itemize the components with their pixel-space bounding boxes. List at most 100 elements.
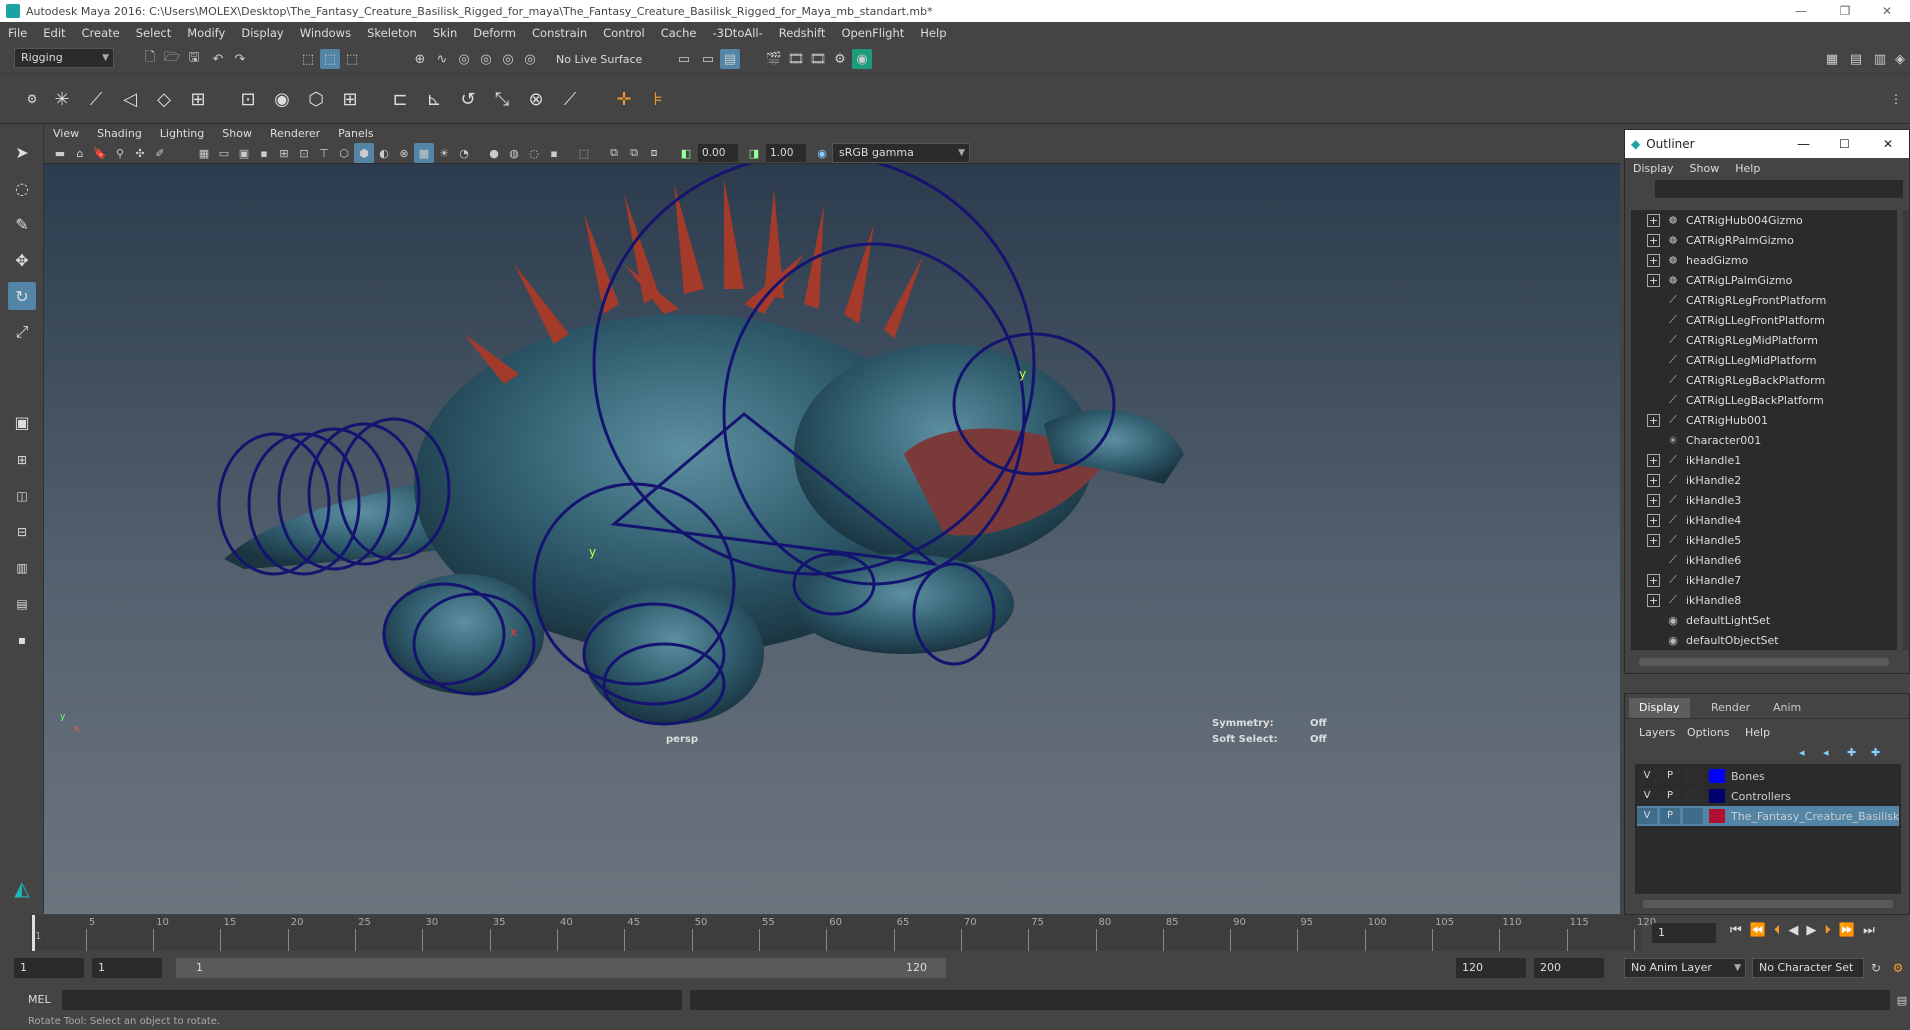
undo-icon[interactable]: ↶ [208,49,228,69]
outliner-item[interactable]: + ⟋ ikHandle4 [1631,510,1741,530]
playback-start-field[interactable]: 1 [92,958,162,978]
history-icon[interactable]: ▭ [674,49,694,69]
outliner-item[interactable]: + ⟋ ikHandle7 [1631,570,1741,590]
viewport-menu-panels[interactable]: Panels [329,127,382,140]
open-scene-icon[interactable]: 🗁 [162,49,182,69]
gate-mask-icon[interactable]: ▪ [254,143,274,163]
resolution-gate-icon[interactable]: ▣ [234,143,254,163]
safe-title-icon[interactable]: ⊤ [314,143,334,163]
outliner-item[interactable]: + ⟋ CATRigHub001 [1631,410,1768,430]
playback-end-field[interactable]: 120 [1456,958,1526,978]
script-editor-icon[interactable]: ▤ [1892,990,1910,1010]
2d-pan-zoom-icon[interactable]: ✣ [130,143,150,163]
motion-blur-icon[interactable]: ◍ [504,143,524,163]
anti-aliasing-icon[interactable]: ◌ [524,143,544,163]
layer-color-swatch[interactable] [1709,769,1725,783]
menu-file[interactable]: File [0,26,35,40]
layout-options-icon[interactable]: ▪ [8,626,36,654]
viewport-menu-renderer[interactable]: Renderer [261,127,329,140]
outliner-item[interactable]: + ☸ CATRigLPalmGizmo [1631,270,1792,290]
outliner-maximize-button[interactable]: ☐ [1839,137,1850,151]
menu-modify[interactable]: Modify [179,26,233,40]
expand-icon[interactable]: + [1647,533,1660,547]
layer-visibility-toggle[interactable]: V [1637,768,1657,784]
exposure-field[interactable]: 0.00 [698,144,738,162]
use-all-lights-icon[interactable]: ▩ [414,143,434,163]
perspective-viewport[interactable]: y y x y x persp Symmetry: Off Soft Selec… [44,164,1620,914]
expand-icon[interactable]: + [1647,593,1660,607]
four-view-layout-icon[interactable]: ⊞ [8,446,36,474]
menu-create[interactable]: Create [74,26,128,40]
wireframe-on-shaded-icon[interactable]: ◐ [374,143,394,163]
outliner-item[interactable]: ⟋ CATRigLLegFrontPlatform [1631,310,1825,330]
safe-action-icon[interactable]: ⊡ [294,143,314,163]
outliner-vertical-scrollbar[interactable] [1903,210,1909,650]
lasso-tool-icon[interactable]: ◌ [8,174,36,202]
orient-joint-icon[interactable]: ⊞ [184,85,212,113]
tab-render[interactable]: Render [1701,698,1760,718]
outliner-item[interactable]: + ☸ CATRigRPalmGizmo [1631,230,1794,250]
live-surface-label[interactable]: No Live Surface [556,53,642,66]
outliner-menu-display[interactable]: Display [1625,162,1682,175]
grease-pencil-icon[interactable]: ✐ [150,143,170,163]
menu-select[interactable]: Select [128,26,179,40]
menu-skin[interactable]: Skin [425,26,465,40]
outliner-item[interactable]: ⟋ CATRigRLegMidPlatform [1631,330,1818,350]
select-component-icon[interactable]: ⬚ [342,49,362,69]
step-back-key-icon[interactable]: ⏪ [1750,923,1766,938]
layer-playback-toggle[interactable]: P [1660,808,1680,824]
outliner-item[interactable]: + ⟋ ikHandle5 [1631,530,1741,550]
menu-constrain[interactable]: Constrain [524,26,595,40]
layer-playback-toggle[interactable]: P [1660,768,1680,784]
bookmark-icon[interactable]: 🔖 [90,143,110,163]
rotate-tool-icon[interactable]: ↻ [8,282,36,310]
xray-active-icon[interactable]: ⧉ [624,143,644,163]
film-gate-icon[interactable]: ▭ [214,143,234,163]
command-language-label[interactable]: MEL [28,993,51,1006]
expand-icon[interactable]: + [1647,513,1660,527]
new-layer-selected-icon[interactable]: ✚ [1871,746,1880,759]
layer-display-type[interactable] [1683,788,1703,804]
menu-skeleton[interactable]: Skeleton [359,26,425,40]
outliner-close-button[interactable]: ✕ [1883,137,1893,151]
command-input[interactable] [62,990,682,1010]
snap-curve-icon[interactable]: ∿ [432,49,452,69]
menu-windows[interactable]: Windows [292,26,359,40]
xray-joints-icon[interactable]: ⧉ [604,143,624,163]
colorspace-dropdown[interactable]: sRGB gamma ▼ [832,143,970,163]
outliner-item[interactable]: + ☸ CATRigHub004Gizmo [1631,210,1803,230]
layer-row-selected[interactable]: V P The_Fantasy_Creature_Basilisk_R [1637,806,1899,826]
color-management-icon[interactable]: ◉ [812,143,832,163]
outliner-item[interactable]: ⟋ CATRigRLegFrontPlatform [1631,290,1826,310]
step-forward-frame-icon[interactable]: ⏵ [1824,923,1831,938]
layers-menu-help[interactable]: Help [1745,726,1770,739]
menu-openflight[interactable]: OpenFlight [833,26,912,40]
scale-tool-icon[interactable]: ⤢ [8,318,36,346]
point-constraint-icon[interactable]: ⊾ [420,85,448,113]
outliner-horizontal-scrollbar[interactable] [1639,658,1889,666]
paint-weights-icon[interactable]: ◉ [268,85,296,113]
outliner-item[interactable]: + ⟋ ikHandle1 [1631,450,1741,470]
layer-display-type[interactable] [1683,808,1703,824]
menu-control[interactable]: Control [595,26,653,40]
outliner-item[interactable]: + ⟋ ikHandle2 [1631,470,1741,490]
outliner-minimize-button[interactable]: — [1797,137,1810,152]
render-settings-icon[interactable]: ⚙ [830,49,850,69]
image-plane-icon[interactable]: ⚲ [110,143,130,163]
ik-handle-tool-icon[interactable]: ⟋ [82,85,110,113]
depth-of-field-icon[interactable]: ▪ [544,143,564,163]
expand-icon[interactable]: + [1647,493,1660,507]
minimize-button[interactable]: — [1778,0,1824,22]
preferences-icon[interactable]: ⚙ [1888,958,1908,978]
shelf-options-icon[interactable]: ⚙ [18,85,46,113]
layers-menu-options[interactable]: Options [1687,726,1729,739]
locator-icon[interactable]: ✛ [610,85,638,113]
expand-icon[interactable]: + [1647,233,1660,247]
channel-box-icon[interactable]: ◈ [1890,49,1910,69]
layer-row[interactable]: V P Controllers [1637,786,1899,806]
current-time-indicator[interactable] [32,915,35,951]
redo-icon[interactable]: ↷ [230,49,250,69]
viewport-menu-lighting[interactable]: Lighting [151,127,213,140]
layer-visibility-toggle[interactable]: V [1637,808,1657,824]
viewport-menu-show[interactable]: Show [213,127,261,140]
